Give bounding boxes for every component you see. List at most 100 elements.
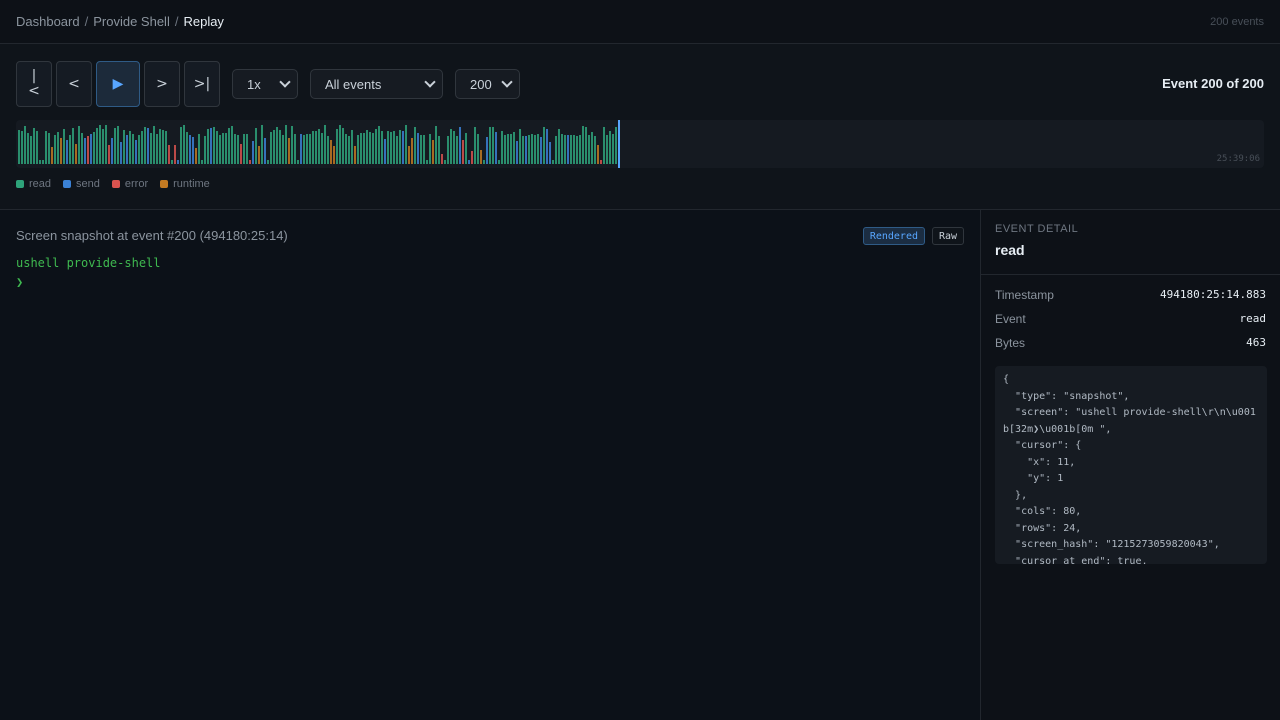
timeline-event-bar[interactable] <box>480 150 482 164</box>
timeline-event-bar[interactable] <box>417 133 419 164</box>
timeline-event-bar[interactable] <box>39 160 41 164</box>
breadcrumb-dashboard[interactable]: Dashboard <box>16 14 80 29</box>
timeline-event-bar[interactable] <box>126 135 128 164</box>
timeline-event-bar[interactable] <box>435 126 437 164</box>
timeline-event-bar[interactable] <box>93 132 95 164</box>
timeline-event-bar[interactable] <box>441 154 443 164</box>
timeline-event-bar[interactable] <box>18 130 20 164</box>
timeline-event-bar[interactable] <box>531 134 533 164</box>
timeline-event-bar[interactable] <box>555 136 557 164</box>
timeline-event-bar[interactable] <box>369 132 371 164</box>
timeline-event-bar[interactable] <box>504 135 506 164</box>
timeline-event-bar[interactable] <box>363 133 365 164</box>
timeline-event-bar[interactable] <box>75 144 77 164</box>
timeline-event-bar[interactable] <box>354 146 356 164</box>
timeline-event-bar[interactable] <box>378 126 380 164</box>
timeline-event-bar[interactable] <box>360 133 362 164</box>
timeline-event-bar[interactable] <box>513 132 515 164</box>
timeline-event-bar[interactable] <box>192 137 194 164</box>
timeline-event-bar[interactable] <box>585 127 587 164</box>
timeline-event-bar[interactable] <box>606 135 608 164</box>
timeline-event-bar[interactable] <box>261 125 263 164</box>
timeline-event-bar[interactable] <box>105 125 107 164</box>
timeline-event-bar[interactable] <box>156 134 158 164</box>
timeline-event-bar[interactable] <box>594 136 596 164</box>
timeline-event-bar[interactable] <box>558 129 560 164</box>
timeline-event-bar[interactable] <box>588 135 590 164</box>
timeline-event-bar[interactable] <box>474 127 476 164</box>
timeline-event-bar[interactable] <box>147 128 149 164</box>
timeline-event-bar[interactable] <box>549 142 551 164</box>
timeline-event-bar[interactable] <box>552 160 554 164</box>
timeline-event-bar[interactable] <box>24 126 26 164</box>
timeline-event-bar[interactable] <box>48 133 50 164</box>
timeline-event-bar[interactable] <box>225 133 227 164</box>
timeline-event-bar[interactable] <box>246 134 248 164</box>
timeline-event-bar[interactable] <box>567 135 569 164</box>
timeline-event-bar[interactable] <box>189 135 191 164</box>
timeline-event-bar[interactable] <box>312 131 314 164</box>
timeline-event-bar[interactable] <box>42 160 44 164</box>
timeline-event-bar[interactable] <box>108 145 110 164</box>
timeline-event-bar[interactable] <box>45 131 47 164</box>
timeline-event-bar[interactable] <box>57 132 59 164</box>
timeline-event-bar[interactable] <box>465 133 467 164</box>
timeline-event-bar[interactable] <box>309 134 311 164</box>
timeline-event-bar[interactable] <box>411 138 413 164</box>
timeline-event-bar[interactable] <box>483 160 485 164</box>
timeline-event-bar[interactable] <box>492 127 494 164</box>
timeline-event-bar[interactable] <box>288 138 290 164</box>
timeline-event-bar[interactable] <box>327 136 329 164</box>
timeline-event-bar[interactable] <box>444 160 446 164</box>
timeline-event-bar[interactable] <box>162 130 164 164</box>
timeline-event-bar[interactable] <box>273 130 275 164</box>
timeline-event-bar[interactable] <box>276 127 278 164</box>
timeline-event-bar[interactable] <box>333 146 335 164</box>
timeline-event-bar[interactable] <box>210 128 212 164</box>
timeline-event-bar[interactable] <box>174 145 176 164</box>
timeline-event-bar[interactable] <box>33 128 35 164</box>
timeline-event-bar[interactable] <box>546 129 548 164</box>
timeline-event-bar[interactable] <box>561 134 563 164</box>
first-event-button[interactable]: |< <box>16 61 52 107</box>
timeline-event-bar[interactable] <box>78 126 80 164</box>
timeline-event-bar[interactable] <box>60 138 62 164</box>
timeline-event-bar[interactable] <box>564 135 566 164</box>
timeline-event-bar[interactable] <box>315 131 317 164</box>
timeline-event-bar[interactable] <box>342 128 344 164</box>
timeline-event-bar[interactable] <box>195 148 197 164</box>
timeline-event-bar[interactable] <box>477 134 479 164</box>
timeline-event-bar[interactable] <box>375 129 377 164</box>
timeline-event-bar[interactable] <box>582 126 584 164</box>
timeline-event-bar[interactable] <box>393 131 395 164</box>
timeline-event-bar[interactable] <box>507 134 509 164</box>
breadcrumb-provide-shell[interactable]: Provide Shell <box>93 14 170 29</box>
timeline-event-bar[interactable] <box>429 134 431 164</box>
timeline-event-bar[interactable] <box>51 147 53 164</box>
timeline-event-bar[interactable] <box>543 127 545 164</box>
timeline-event-bar[interactable] <box>144 127 146 164</box>
limit-select[interactable]: 200 <box>455 69 520 99</box>
timeline-event-bar[interactable] <box>486 137 488 164</box>
timeline-event-bar[interactable] <box>150 133 152 164</box>
timeline-event-bar[interactable] <box>72 128 74 164</box>
timeline-event-bar[interactable] <box>282 135 284 164</box>
timeline-event-bar[interactable] <box>420 135 422 164</box>
timeline-event-bar[interactable] <box>516 141 518 164</box>
timeline-event-bar[interactable] <box>123 130 125 164</box>
timeline-event-bar[interactable] <box>171 160 173 164</box>
timeline-event-bar[interactable] <box>228 128 230 164</box>
prev-event-button[interactable]: < <box>56 61 92 107</box>
timeline-event-bar[interactable] <box>384 139 386 164</box>
timeline-event-bar[interactable] <box>450 129 452 164</box>
play-button[interactable]: ▶ <box>96 61 140 107</box>
timeline-cursor[interactable] <box>618 120 620 168</box>
timeline-event-bar[interactable] <box>366 130 368 164</box>
timeline-event-bar[interactable] <box>198 134 200 164</box>
timeline-event-bar[interactable] <box>120 142 122 164</box>
timeline-event-bar[interactable] <box>180 127 182 164</box>
timeline-event-bar[interactable] <box>498 160 500 164</box>
timeline-event-bar[interactable] <box>456 136 458 164</box>
timeline-event-bar[interactable] <box>177 160 179 164</box>
timeline-event-bar[interactable] <box>87 136 89 164</box>
